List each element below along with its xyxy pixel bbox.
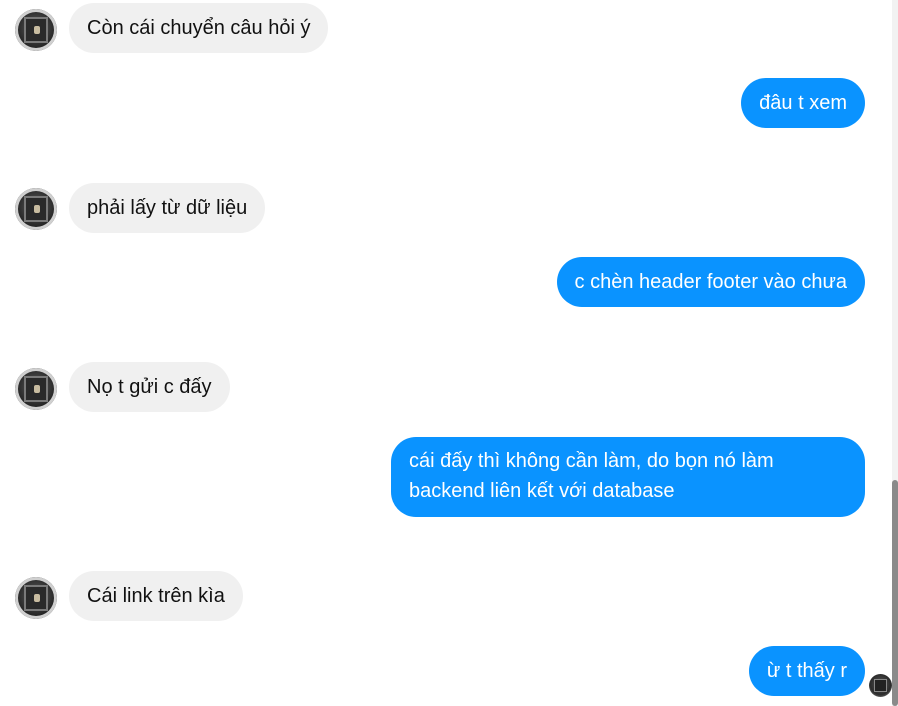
outgoing-message[interactable]: ừ t thấy r (748, 646, 865, 696)
incoming-message[interactable]: Cái link trên kìa (69, 571, 243, 621)
seen-avatar-icon (869, 674, 892, 697)
contact-avatar[interactable] (15, 368, 57, 410)
contact-avatar[interactable] (15, 577, 57, 619)
scrollbar-thumb[interactable] (892, 480, 898, 706)
outgoing-message[interactable]: c chèn header footer vào chưa (556, 257, 865, 307)
outgoing-message[interactable]: cái đấy thì không cần làm, do bọn nó làm… (391, 437, 865, 517)
message-thread: Còn cái chuyển câu hỏi ý đâu t xem phải … (0, 0, 898, 706)
contact-avatar[interactable] (15, 9, 57, 51)
outgoing-message[interactable]: đâu t xem (741, 78, 865, 128)
contact-avatar[interactable] (15, 188, 57, 230)
incoming-message[interactable]: Còn cái chuyển câu hỏi ý (69, 3, 329, 53)
incoming-message[interactable]: Nọ t gửi c đấy (69, 362, 230, 412)
scrollbar-track[interactable] (892, 0, 898, 706)
incoming-message[interactable]: phải lấy từ dữ liệu (69, 183, 266, 233)
